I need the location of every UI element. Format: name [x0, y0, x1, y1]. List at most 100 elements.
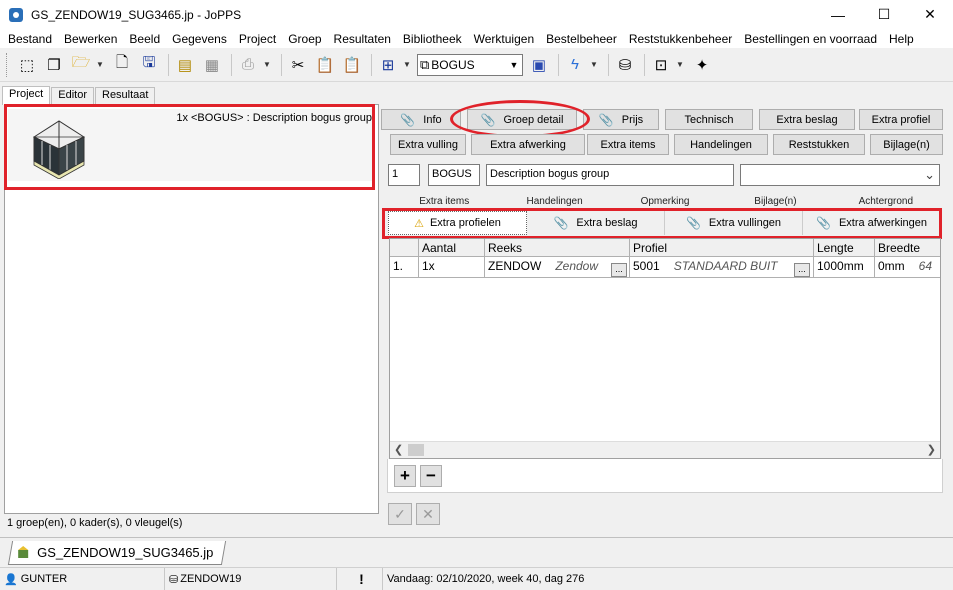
menu-help[interactable]: Help [883, 32, 920, 46]
menu-reststukkenbeheer[interactable]: Reststukkenbeheer [623, 32, 738, 46]
extra-beslag-button[interactable]: Extra beslag [759, 109, 855, 130]
menu-gegevens[interactable]: Gegevens [166, 32, 233, 46]
paste-special-icon[interactable]: 📋 [340, 53, 364, 77]
add-row-button[interactable]: + [394, 465, 416, 487]
grid-header-lengte[interactable]: Lengte [814, 239, 875, 257]
profile-grid: Aantal Reeks Profiel Lengte Breedte 1. 1… [389, 238, 941, 459]
status-database: ⛁ ZENDOW19 [165, 568, 337, 590]
project-file-icon [18, 546, 29, 558]
horizontal-scrollbar[interactable]: ❮ ❯ [390, 441, 940, 458]
save-icon[interactable]: 🖫 [137, 53, 161, 77]
project-status: 1 groep(en), 0 kader(s), 0 vleugel(s) [7, 517, 183, 529]
report-dropdown-icon[interactable]: ▼ [676, 60, 686, 69]
status-bar: 👤 GUNTER ⛁ ZENDOW19 ! Vandaag: 02/10/202… [0, 567, 953, 590]
quantity-field[interactable]: 1 [388, 164, 420, 186]
toolbar-separator [608, 53, 609, 76]
grid-header-reeks[interactable]: Reeks [485, 239, 630, 257]
grid-corner [390, 239, 419, 257]
confirm-button[interactable]: ✓ [388, 503, 412, 525]
chevron-down-icon: ▼ [509, 59, 519, 70]
window-icon: ⧉ [420, 56, 430, 72]
toolbar-separator [168, 53, 169, 76]
print-dropdown-icon[interactable]: ▼ [263, 60, 273, 69]
toolbar-separator [371, 53, 372, 76]
extra-profiel-button[interactable]: Extra profiel [859, 109, 943, 130]
technisch-button[interactable]: Technisch [665, 109, 753, 130]
description-field[interactable]: Description bogus group [486, 164, 734, 186]
print-preview-icon[interactable]: 🗋 [110, 53, 134, 77]
paperclip-icon: 📎 [400, 112, 416, 127]
minimize-button[interactable]: — [815, 0, 861, 29]
profiel-browse-button[interactable]: ... [794, 263, 810, 277]
table-cell-reeks[interactable]: ZENDOW Zendow [485, 257, 630, 278]
grid-icon[interactable]: ▦ [200, 53, 224, 77]
open-dropdown-icon[interactable]: ▼ [96, 60, 106, 69]
grid-header-profiel[interactable]: Profiel [630, 239, 814, 257]
group-combo-value: BOGUS [431, 57, 475, 72]
toolbar-separator [281, 53, 282, 76]
group-code-field[interactable]: BOGUS [428, 164, 480, 186]
menu-bestand[interactable]: Bestand [2, 32, 58, 46]
extra-afwerking-button[interactable]: Extra afwerking [471, 134, 585, 155]
frame-icon[interactable]: ⊞ [376, 53, 400, 77]
cut-icon[interactable]: ✂ [286, 53, 310, 77]
table-cell-lengte[interactable]: 1000mm [814, 257, 875, 278]
print-icon[interactable]: ⎙ [236, 53, 260, 77]
tab-resultaat[interactable]: Resultaat [95, 87, 156, 105]
toolbar-separator [231, 53, 232, 76]
printer-icon[interactable]: ▤ [173, 53, 197, 77]
maximize-button[interactable]: ☐ [861, 0, 907, 29]
table-row-index: 1. [390, 257, 419, 278]
info-button[interactable]: 📎 Info [381, 109, 461, 130]
chevron-down-icon: ⌄ [924, 167, 935, 182]
scroll-right-icon[interactable]: ❯ [927, 443, 936, 456]
table-cell-breedte[interactable]: 0mm 64 [875, 257, 940, 278]
menu-groep[interactable]: Groep [282, 32, 327, 46]
database-icon: ⛁ [169, 573, 179, 586]
reeks-browse-button[interactable]: ... [611, 263, 627, 277]
tab-editor[interactable]: Editor [51, 87, 94, 105]
bijlagen-button[interactable]: Bijlage(n) [870, 134, 943, 155]
grid-header-aantal[interactable]: Aantal [419, 239, 485, 257]
toolbar-grip[interactable] [6, 52, 9, 77]
remove-row-button[interactable]: − [420, 465, 442, 487]
cancel-button[interactable]: ✕ [416, 503, 440, 525]
database-icon[interactable]: ⛁ [613, 53, 637, 77]
table-cell-aantal[interactable]: 1x [419, 257, 485, 278]
tab-project[interactable]: Project [2, 86, 51, 105]
scrollbar-thumb[interactable] [408, 444, 424, 456]
reststukken-button[interactable]: Reststukken [773, 134, 865, 155]
menu-werktuigen[interactable]: Werktuigen [468, 32, 540, 46]
toolbar: ⬚ ❐ 🗁 ▼ 🗋 🖫 ▤ ▦ ⎙ ▼ ✂ 📋 📋 ⊞ ▼ ⧉ BOGUS ▼ … [0, 48, 953, 82]
group-type-select[interactable]: ⌄ [740, 164, 940, 186]
menu-bewerken[interactable]: Bewerken [58, 32, 123, 46]
grid-actions: + − [387, 459, 943, 493]
lightning-icon[interactable]: ϟ [563, 53, 587, 77]
report-icon[interactable]: ⊡ [649, 53, 673, 77]
group-combo[interactable]: ⧉ BOGUS ▼ [417, 53, 523, 76]
annotation-box-tabs [382, 208, 942, 239]
menu-beeld[interactable]: Beeld [123, 32, 166, 46]
grid-header-breedte[interactable]: Breedte [875, 239, 940, 257]
extra-items-button[interactable]: Extra items [587, 134, 669, 155]
menu-project[interactable]: Project [233, 32, 282, 46]
prijs-button[interactable]: 📎 Prijs [583, 109, 659, 130]
copy-icon[interactable]: ❐ [42, 53, 66, 77]
window-grid-icon[interactable]: ▣ [527, 53, 551, 77]
frame-dropdown-icon[interactable]: ▼ [403, 60, 413, 69]
menu-bestelbeheer[interactable]: Bestelbeheer [540, 32, 623, 46]
menu-resultaten[interactable]: Resultaten [328, 32, 397, 46]
close-button[interactable]: ✕ [907, 0, 953, 29]
handelingen-button[interactable]: Handelingen [674, 134, 768, 155]
table-cell-profiel[interactable]: 5001 STANDAARD BUIT [630, 257, 814, 278]
extra-vulling-button[interactable]: Extra vulling [390, 134, 466, 155]
scroll-left-icon[interactable]: ❮ [394, 443, 403, 456]
select-icon[interactable]: ⬚ [15, 53, 39, 77]
menu-bestellingen[interactable]: Bestellingen en voorraad [738, 32, 883, 46]
open-folder-icon[interactable]: 🗁 [69, 53, 93, 77]
document-tab[interactable]: GS_ZENDOW19_SUG3465.jp [7, 541, 227, 565]
menu-bibliotheek[interactable]: Bibliotheek [397, 32, 468, 46]
lightning-dropdown-icon[interactable]: ▼ [590, 60, 600, 69]
paste-icon[interactable]: 📋 [313, 53, 337, 77]
magic-wand-icon[interactable]: ✦ [690, 53, 714, 77]
